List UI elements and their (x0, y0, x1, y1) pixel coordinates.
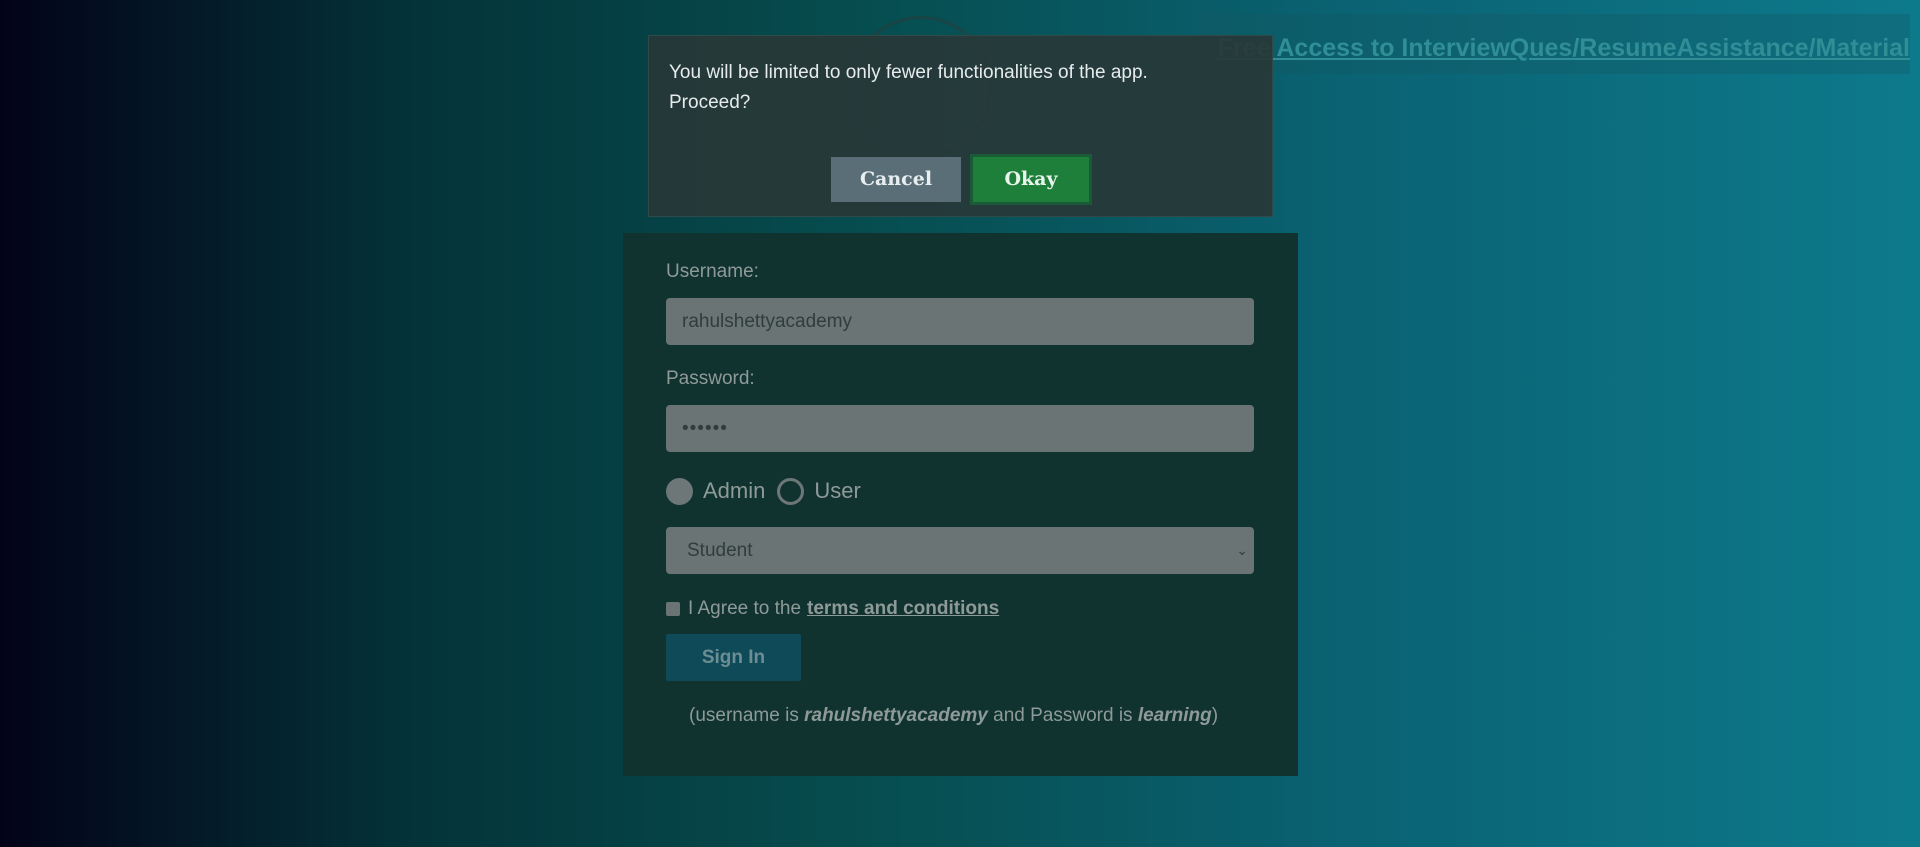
hint-middle: and Password is (987, 705, 1138, 726)
chevron-down-icon: ⌄ (1236, 542, 1248, 558)
password-label: Password: (666, 368, 755, 389)
role-select[interactable]: Student ⌄ (666, 527, 1254, 574)
sign-in-button[interactable]: Sign In (666, 634, 801, 681)
page-background: Free Access to InterviewQues/ResumeAssis… (0, 0, 1920, 847)
free-access-link[interactable]: Free Access to InterviewQues/ResumeAssis… (1197, 14, 1910, 74)
password-input[interactable]: •••••• (666, 405, 1254, 452)
admin-radio-label: Admin (703, 478, 766, 503)
confirm-dialog: You will be limited to only fewer functi… (648, 35, 1273, 217)
terms-checkbox[interactable] (666, 602, 680, 616)
terms-link[interactable]: terms and conditions (807, 598, 999, 620)
cancel-button[interactable]: Cancel (831, 157, 961, 202)
hint-username: rahulshettyacademy (804, 705, 988, 726)
agree-text: I Agree to the (688, 598, 802, 619)
hint-prefix: (username is (689, 705, 805, 726)
okay-button[interactable]: Okay (970, 154, 1092, 205)
username-input[interactable]: rahulshettyacademy (666, 298, 1254, 345)
username-label: Username: (666, 261, 759, 282)
role-select-value: Student (687, 540, 753, 561)
admin-radio[interactable] (666, 477, 693, 505)
dialog-message: You will be limited to only fewer functi… (669, 62, 1148, 113)
user-radio[interactable] (777, 477, 805, 505)
role-radio-group: Admin User (666, 471, 873, 511)
credentials-hint: (username is rahulshettyacademy and Pass… (689, 705, 1218, 727)
user-radio-label: User (814, 478, 861, 503)
hint-password: learning (1137, 705, 1212, 726)
hint-suffix: ) (1211, 705, 1219, 726)
login-form: Username: rahulshettyacademy Password: •… (623, 233, 1298, 776)
terms-agreement: I Agree to the terms and conditions (666, 598, 999, 620)
